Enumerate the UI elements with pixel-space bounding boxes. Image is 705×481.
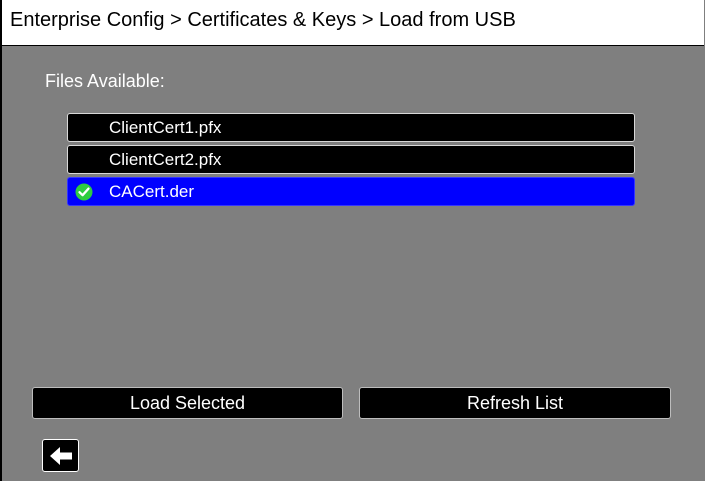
usb-load-screen: Enterprise Config > Certificates & Keys … — [0, 0, 705, 481]
load-selected-button[interactable]: Load Selected — [32, 387, 343, 419]
file-row-clientcert1[interactable]: ClientCert1.pfx — [67, 113, 635, 142]
left-arrow-icon — [50, 447, 72, 465]
refresh-list-button[interactable]: Refresh List — [359, 387, 671, 419]
check-icon — [75, 183, 93, 201]
files-available-label: Files Available: — [45, 71, 165, 91]
file-row-clientcert2[interactable]: ClientCert2.pfx — [67, 145, 635, 174]
title-bar: Enterprise Config > Certificates & Keys … — [2, 0, 704, 46]
file-name: ClientCert2.pfx — [109, 150, 222, 169]
breadcrumb: Enterprise Config > Certificates & Keys … — [10, 9, 516, 31]
back-button[interactable] — [42, 439, 79, 472]
screen-left-border — [0, 0, 2, 481]
file-row-cacert[interactable]: CACert.der — [67, 177, 635, 206]
file-name: ClientCert1.pfx — [109, 118, 222, 137]
file-list: ClientCert1.pfx ClientCert2.pfx CACert.d… — [67, 113, 635, 209]
file-name: CACert.der — [109, 182, 195, 201]
